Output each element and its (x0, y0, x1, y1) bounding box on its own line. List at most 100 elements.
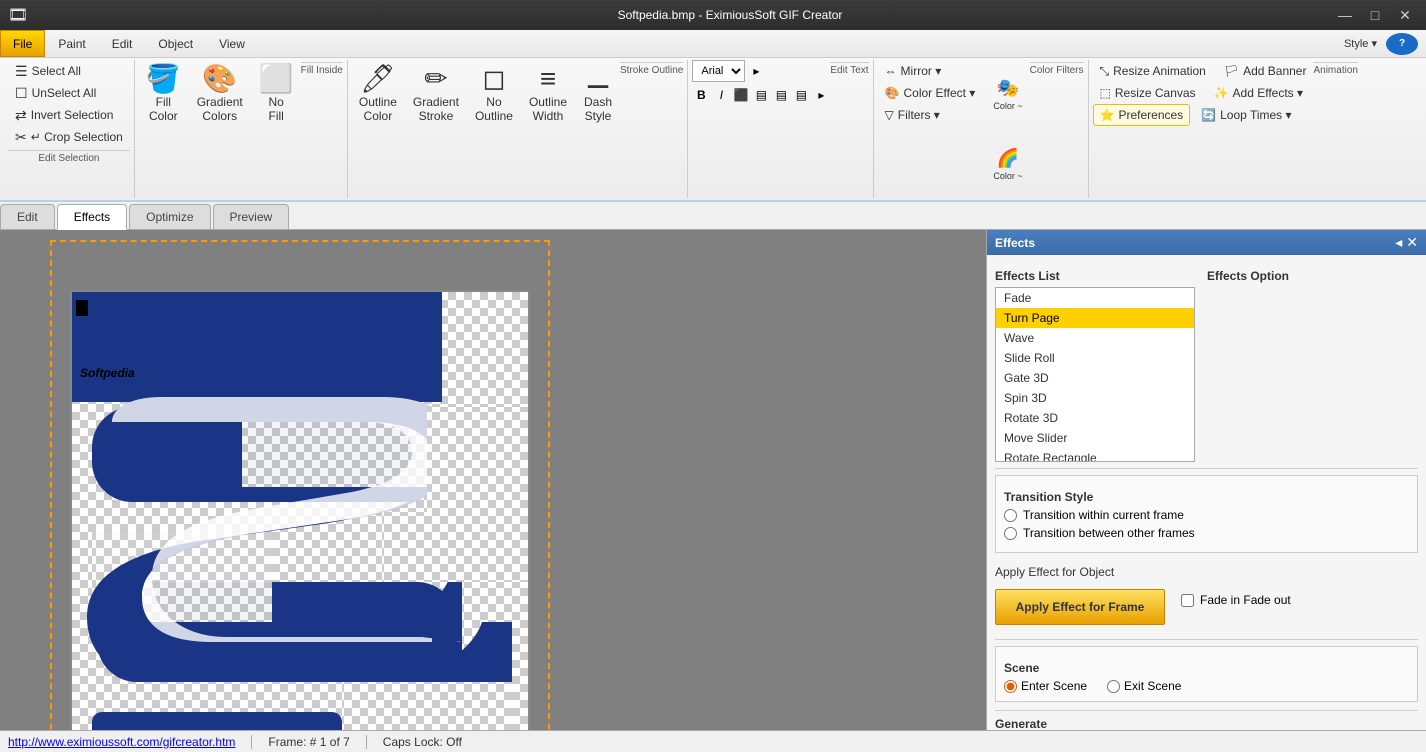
resize-animation-icon: ⤡ (1100, 64, 1110, 79)
effect-move-slider[interactable]: Move Slider (996, 428, 1194, 448)
add-effects-icon: ✨ (1214, 86, 1229, 100)
style-button[interactable]: Style ▾ (1335, 33, 1386, 55)
color-button-2[interactable]: 🌈 Color ~ (986, 130, 1029, 198)
effect-gate-3d[interactable]: Gate 3D (996, 368, 1194, 388)
resize-canvas-button[interactable]: ⬚ Resize Canvas (1093, 82, 1203, 104)
loop-times-button[interactable]: 🔄 Loop Times ▾ (1194, 104, 1298, 126)
no-outline-button[interactable]: ◻ No Outline (468, 60, 520, 128)
font-name-select[interactable]: Arial (692, 60, 745, 82)
tab-edit[interactable]: Edit (0, 204, 55, 229)
select-all-button[interactable]: ☰ Select All (8, 60, 88, 82)
bold-button[interactable]: B (692, 86, 710, 104)
text-more-button[interactable]: ▸ (812, 86, 830, 104)
effects-panel-header: Effects ◂ ✕ (987, 230, 1426, 255)
status-separator-1 (251, 735, 252, 749)
help-icon-button[interactable]: ? (1386, 33, 1418, 55)
filters-button[interactable]: ▽ Filters ▾ (878, 104, 947, 126)
effect-rotate-rectangle[interactable]: Rotate Rectangle (996, 448, 1194, 462)
edit-selection-label: Edit Selection (8, 150, 130, 164)
effect-rotate-3d[interactable]: Rotate 3D (996, 408, 1194, 428)
exit-scene-radio[interactable] (1107, 680, 1120, 693)
menu-item-view[interactable]: View (206, 30, 258, 57)
effects-panel-body: Effects List Fade Turn Page Wave Slide R… (987, 255, 1426, 730)
fade-in-out-row: Fade in Fade out (1181, 593, 1291, 607)
ribbon-group-edit-selection: ☰ Select All ☐ UnSelect All ⇄ Invert Sel… (4, 60, 135, 198)
fill-color-icon: 🪣 (146, 65, 181, 93)
enter-scene-radio[interactable] (1004, 680, 1017, 693)
fade-in-fade-out-checkbox[interactable] (1181, 594, 1194, 607)
menu-help: Style ▾ ? (1327, 30, 1426, 57)
crop-selection-button[interactable]: ✂ ↵ Crop Selection (8, 126, 130, 148)
panel-close-button[interactable]: ✕ (1406, 234, 1418, 251)
unselect-all-button[interactable]: ☐ UnSelect All (8, 82, 103, 104)
align-left-button[interactable]: ⬛ (732, 86, 750, 104)
preferences-button[interactable]: ⭐ Preferences (1093, 104, 1191, 126)
mirror-button[interactable]: ⇔ Mirror ▾ (878, 60, 949, 82)
effect-slide-roll[interactable]: Slide Roll (996, 348, 1194, 368)
tab-preview[interactable]: Preview (213, 204, 290, 229)
no-fill-icon: ⬜ (259, 65, 294, 93)
outline-width-button[interactable]: ≡ Outline Width (522, 60, 574, 128)
fill-color-button[interactable]: 🪣 Fill Color (139, 60, 188, 128)
transition-between-radio[interactable] (1004, 527, 1017, 540)
fill-inside-label: Fill Inside (301, 62, 343, 198)
add-effects-button[interactable]: ✨ Add Effects ▾ (1207, 82, 1310, 104)
transition-within-radio[interactable] (1004, 509, 1017, 522)
panel-float-button[interactable]: ◂ (1395, 234, 1402, 251)
effects-list[interactable]: Fade Turn Page Wave Slide Roll Gate 3D S… (995, 287, 1195, 462)
color-effect-button[interactable]: 🎨 Color Effect ▾ (878, 82, 983, 104)
tab-effects[interactable]: Effects (57, 204, 127, 230)
gradient-colors-button[interactable]: 🎨 Gradient Colors (190, 60, 250, 128)
dash-style-button[interactable]: ⚊ Dash Style (576, 60, 620, 128)
crop-icon: ✂ (15, 129, 27, 146)
expand-text-btn[interactable]: ▸ (747, 62, 765, 80)
fade-in-fade-out-label: Fade in Fade out (1200, 593, 1291, 607)
color-effect-icon: 🎨 (885, 86, 900, 100)
color-button-1[interactable]: 🎭 Color ~ (986, 60, 1029, 128)
gradient-stroke-icon: ✏ (424, 65, 447, 93)
no-outline-icon: ◻ (482, 65, 505, 93)
transition-style-section: Transition Style Transition within curre… (995, 475, 1418, 553)
invert-selection-button[interactable]: ⇄ Invert Selection (8, 104, 120, 126)
effects-panel: Effects ◂ ✕ Effects List Fade Turn Page … (986, 230, 1426, 730)
scene-section: Scene Enter Scene Exit Scene (995, 646, 1418, 702)
separator-2 (995, 639, 1418, 640)
menu-item-edit[interactable]: Edit (99, 30, 146, 57)
unselect-icon: ☐ (15, 85, 28, 102)
resize-animation-button[interactable]: ⤡ Resize Animation (1093, 60, 1213, 82)
status-link[interactable]: http://www.eximioussoft.com/gifcreator.h… (8, 735, 235, 749)
effects-option-col: Effects Option (1207, 263, 1418, 287)
outline-color-button[interactable]: 🖊 Outline Color (352, 60, 404, 128)
effect-fade[interactable]: Fade (996, 288, 1194, 308)
effect-turn-page[interactable]: Turn Page (996, 308, 1194, 328)
no-fill-button[interactable]: ⬜ No Fill (252, 60, 301, 128)
close-button[interactable]: ✕ (1392, 5, 1418, 25)
scene-title: Scene (1004, 661, 1409, 675)
maximize-button[interactable]: □ (1362, 5, 1388, 25)
menu-item-paint[interactable]: Paint (45, 30, 98, 57)
dash-style-icon: ⚊ (585, 65, 610, 93)
tab-optimize[interactable]: Optimize (129, 204, 210, 229)
italic-button[interactable]: I (712, 86, 730, 104)
ribbon-group-stroke: 🖊 Outline Color ✏ Gradient Stroke ◻ No O… (348, 60, 689, 198)
select-all-icon: ☰ (15, 63, 28, 80)
generate-title: Generate (995, 717, 1418, 730)
align-justify-button[interactable]: ▤ (792, 86, 810, 104)
canvas-area[interactable]: Softpedia (0, 230, 986, 730)
align-right-button[interactable]: ▤ (772, 86, 790, 104)
ribbon-group-color-filters: ⇔ Mirror ▾ 🎨 Color Effect ▾ ▽ Filters ▾ … (874, 60, 1089, 198)
effect-wave[interactable]: Wave (996, 328, 1194, 348)
add-banner-button[interactable]: 🏳 Add Banner (1217, 60, 1314, 82)
align-center-button[interactable]: ▤ (752, 86, 770, 104)
status-bar: http://www.eximioussoft.com/gifcreator.h… (0, 730, 1426, 752)
gradient-stroke-button[interactable]: ✏ Gradient Stroke (406, 60, 466, 128)
minimize-button[interactable]: — (1332, 5, 1358, 25)
menu-item-file[interactable]: File (0, 30, 45, 57)
menu-item-object[interactable]: Object (145, 30, 206, 57)
transition-option-1-row: Transition within current frame (1004, 508, 1409, 522)
effects-list-section: Effects List Fade Turn Page Wave Slide R… (995, 263, 1418, 462)
apply-effect-frame-button[interactable]: Apply Effect for Frame (995, 589, 1165, 625)
effect-spin-3d[interactable]: Spin 3D (996, 388, 1194, 408)
apply-effect-section: Apply Effect for Object Apply Effect for… (995, 561, 1418, 631)
main-content: Softpedia (0, 230, 1426, 730)
